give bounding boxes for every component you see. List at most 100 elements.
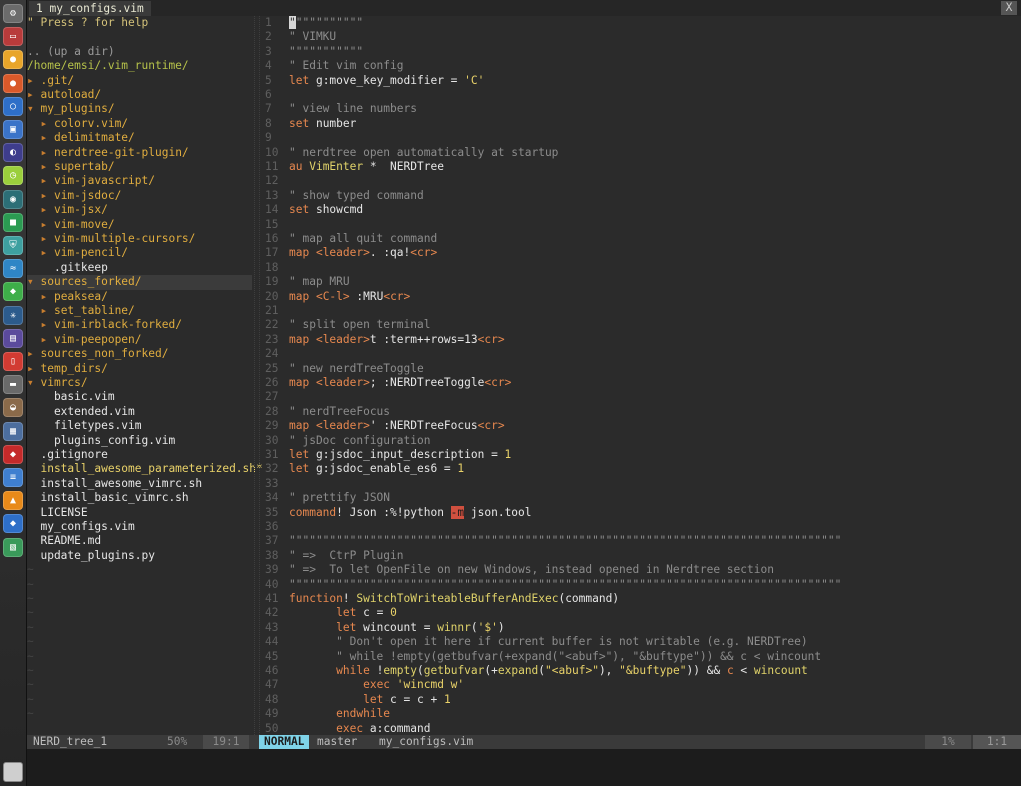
code-line[interactable]: 28 " nerdTreeFocus [260,405,1021,419]
tree-entry[interactable]: update_plugins.py [27,549,252,563]
code-line[interactable]: 46 while !empty(getbufvar(+expand("<abuf… [260,664,1021,678]
tree-entry[interactable]: ▾ vimrcs/ [27,376,252,390]
code-line[interactable]: 22 " split open terminal [260,318,1021,332]
tree-entry[interactable]: ▸ colorv.vim/ [27,117,252,131]
code-line[interactable]: 43 let wincount = winnr('$') [260,621,1021,635]
tree-entry[interactable]: extended.vim [27,405,252,419]
tree-entry[interactable]: basic.vim [27,390,252,404]
code-line[interactable]: 9 [260,131,1021,145]
code-line[interactable]: 14 set showcmd [260,203,1021,217]
ruby-icon[interactable]: ◆ [3,444,23,464]
vlc-icon[interactable]: ▲ [3,491,23,511]
code-line[interactable]: 10 " nerdtree open automatically at start… [260,146,1021,160]
tree-entry[interactable]: install_awesome_parameterized.sh* [27,462,262,476]
tree-entry[interactable]: LICENSE [27,506,252,520]
code-line[interactable]: 19 " map MRU [260,275,1021,289]
tree-entry[interactable]: ~ [27,664,252,678]
android-icon[interactable]: ◆ [3,282,23,302]
code-line[interactable]: 16 " map all quit command [260,232,1021,246]
code-line[interactable]: 34 " prettify JSON [260,491,1021,505]
code-line[interactable]: 36 [260,520,1021,534]
vpn-icon[interactable]: ◆ [3,514,23,534]
code-line[interactable]: 3 """"""""""" [260,45,1021,59]
code-line[interactable]: 1 """"""""""" [260,16,1021,30]
tree-entry[interactable]: ~ [27,563,252,577]
tree-entry[interactable]: ▸ delimitmate/ [27,131,252,145]
tab-my-configs[interactable]: 1 my_configs.vim [29,1,151,16]
drive-icon[interactable]: ▬ [3,375,23,395]
document-icon[interactable]: ▯ [3,352,23,371]
code-line[interactable]: 45 " while !empty(getbufvar(+expand("<ab… [260,650,1021,664]
app-green-icon[interactable]: ■ [3,212,23,232]
tree-entry[interactable]: ▸ peaksea/ [27,290,252,304]
code-line[interactable]: 18 [260,261,1021,275]
tree-entry[interactable]: ▸ vim-jsdoc/ [27,189,252,203]
tree-entry[interactable]: ▸ nerdtree-git-plugin/ [27,146,252,160]
tree-entry[interactable]: plugins_config.vim [27,434,252,448]
tree-entry[interactable]: ▸ autoload/ [27,88,252,102]
tree-entry[interactable]: install_awesome_vimrc.sh [27,477,252,491]
text-editor-icon[interactable]: ≡ [3,468,23,487]
code-line[interactable]: 15 [260,218,1021,232]
code-line[interactable]: 47 exec 'wincmd w' [260,678,1021,692]
code-line[interactable]: 17 map <leader>. :qa!<cr> [260,246,1021,260]
code-line[interactable]: 7 " view line numbers [260,102,1021,116]
code-line[interactable]: 4 " Edit vim config [260,59,1021,73]
eclipse-icon[interactable]: ◐ [3,143,23,163]
code-line[interactable]: 37 """"""""""""""""""""""""""""""""""""""… [260,534,1021,548]
code-line[interactable]: 30 " jsDoc configuration [260,434,1021,448]
shield-icon[interactable]: ⛨ [3,236,23,255]
tree-entry[interactable]: .gitkeep [27,261,252,275]
server-icon[interactable]: ▤ [3,328,23,348]
code-line[interactable]: 48 let c = c + 1 [260,693,1021,707]
tree-entry[interactable]: /home/emsi/.vim_runtime/ [27,59,252,73]
command-line[interactable] [27,749,1021,786]
tree-entry[interactable]: ▸ vim-multiple-cursors/ [27,232,252,246]
code-line[interactable]: 50 exec a:command [260,722,1021,736]
code-line[interactable]: 6 [260,88,1021,102]
tree-entry[interactable]: ▸ vim-javascript/ [27,174,252,188]
code-line[interactable]: 24 [260,347,1021,361]
tree-entry[interactable]: ▸ vim-irblack-forked/ [27,318,252,332]
browser-icon[interactable]: ○ [3,96,23,116]
camera-icon[interactable]: ◉ [3,189,23,209]
code-line[interactable]: 38 " => CtrP Plugin [260,549,1021,563]
code-line[interactable]: 12 [260,174,1021,188]
tree-entry[interactable]: README.md [27,534,252,548]
code-line[interactable]: 21 [260,304,1021,318]
code-line[interactable]: 33 [260,477,1021,491]
tree-entry[interactable]: ~ [27,592,252,606]
fish-icon[interactable]: ≈ [3,259,23,279]
tree-entry[interactable]: filetypes.vim [27,419,252,433]
code-line[interactable]: 11 au VimEnter * NERDTree [260,160,1021,174]
system-settings-icon[interactable]: ⚙ [3,4,23,23]
tree-entry[interactable]: .gitignore [27,448,252,462]
monitor-icon[interactable]: ▦ [3,421,23,441]
code-line[interactable]: 25 " new nerdTreeToggle [260,362,1021,376]
tree-entry[interactable]: ▾ my_plugins/ [27,102,252,116]
code-line[interactable]: 23 map <leader>t :term++rows=13<cr> [260,333,1021,347]
tree-entry[interactable]: ~ [27,650,252,664]
firefox-icon[interactable]: ● [3,73,23,93]
code-line[interactable]: 44 " Don't open it here if current buffe… [260,635,1021,649]
tree-entry[interactable]: ~ [27,707,252,721]
tree-entry[interactable]: ▸ vim-jsx/ [27,203,252,217]
code-line[interactable]: 5 let g:move_key_modifier = 'C' [260,74,1021,88]
tree-entry[interactable]: ▸ temp_dirs/ [27,362,252,376]
tree-entry[interactable]: ~ [27,606,252,620]
network-icon[interactable]: ▣ [3,120,23,139]
trash-icon[interactable] [3,762,23,782]
code-line[interactable]: 32 let g:jsdoc_enable_es6 = 1 [260,462,1021,476]
tree-entry[interactable] [27,30,252,44]
tree-entry[interactable]: ▸ supertab/ [27,160,252,174]
tree-entry[interactable]: ~ [27,621,252,635]
code-line[interactable]: 42 let c = 0 [260,606,1021,620]
tree-entry[interactable]: ▸ vim-pencil/ [27,246,252,260]
chrome-icon[interactable]: ● [3,50,23,70]
tree-entry[interactable]: ▾ sources_forked/ [27,275,252,290]
tab-close-button[interactable]: X [1001,1,1017,15]
code-line[interactable]: 35 command! Json :%!python -m json.tool [260,505,1021,520]
tree-entry[interactable]: ~ [27,635,252,649]
tree-entry[interactable]: ▸ set_tabline/ [27,304,252,318]
code-line[interactable]: 27 [260,390,1021,404]
